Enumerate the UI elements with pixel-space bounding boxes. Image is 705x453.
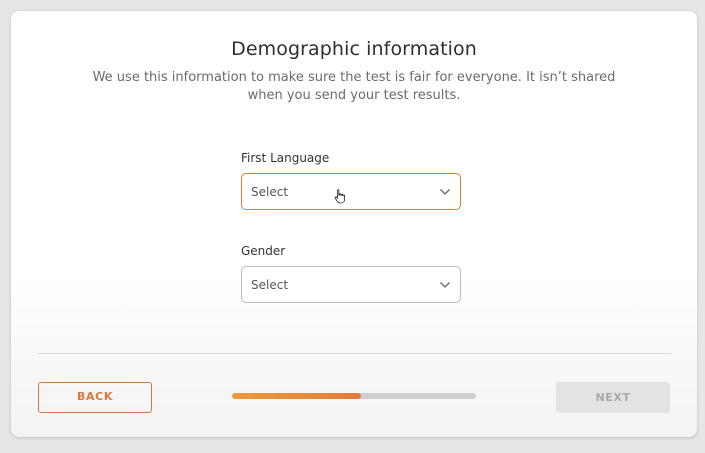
progress-bar [232,393,476,399]
first-language-select[interactable]: Select [241,173,461,210]
page-subtitle: We use this information to make sure the… [92,70,616,103]
page-title: Demographic information [231,38,477,60]
footer-divider [37,353,671,354]
gender-label: Gender [241,244,286,258]
back-button[interactable]: BACK [38,382,152,413]
demographic-card: Demographic information We use this info… [11,11,697,437]
next-button[interactable]: NEXT [556,382,670,413]
hand-cursor-icon [334,189,345,204]
gender-value: Select [251,278,289,292]
first-language-value: Select [251,185,289,199]
first-language-label: First Language [241,151,330,165]
chevron-down-icon [440,282,450,288]
chevron-down-icon [440,189,450,195]
progress-fill [232,393,362,399]
gender-select[interactable]: Select [241,266,461,303]
